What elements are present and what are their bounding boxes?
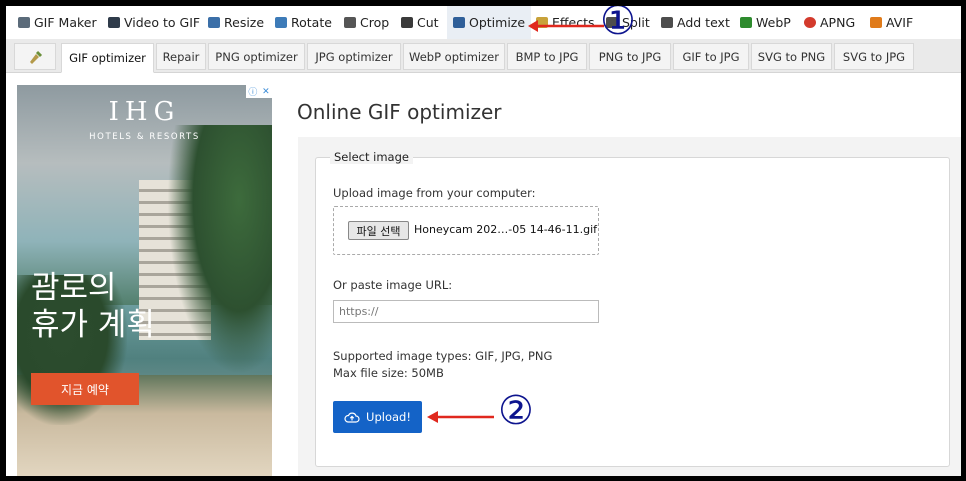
choose-file-button[interactable]: 파일 선택 xyxy=(348,221,409,240)
cut-icon xyxy=(401,17,413,28)
nav-avif[interactable]: AVIF xyxy=(870,6,913,39)
nav-optimize[interactable]: Optimize xyxy=(447,6,532,39)
nav-apng[interactable]: APNG xyxy=(804,6,855,39)
home-broom-button[interactable] xyxy=(14,43,56,70)
nav-label: Resize xyxy=(224,15,265,30)
optimizer-panel: Select image Upload image from your comp… xyxy=(298,137,961,476)
tab-webp-optimizer[interactable]: WebP optimizer xyxy=(403,43,505,70)
nav-label: Optimize xyxy=(469,15,526,30)
add-text-icon xyxy=(661,17,673,28)
nav-label: Cut xyxy=(417,15,439,30)
upload-label: Upload image from your computer: xyxy=(333,186,536,200)
image-url-input[interactable]: https:// xyxy=(333,300,599,323)
webp-icon xyxy=(740,17,752,28)
nav-crop[interactable]: Crop xyxy=(344,6,389,39)
tab-svg-to-jpg[interactable]: SVG to JPG xyxy=(834,43,914,70)
nav-resize[interactable]: Resize xyxy=(208,6,264,39)
fieldset-legend: Select image xyxy=(330,150,413,164)
nav-rotate[interactable]: Rotate xyxy=(275,6,332,39)
nav-label: Video to GIF xyxy=(124,15,201,30)
tab-png-to-jpg[interactable]: PNG to JPG xyxy=(589,43,671,70)
upload-button-label: Upload! xyxy=(366,410,411,424)
annotation-marker-1: ① xyxy=(600,6,636,44)
crop-icon xyxy=(344,17,356,28)
cloud-upload-icon xyxy=(344,412,360,423)
nav-label: Crop xyxy=(360,15,390,30)
tab-repair[interactable]: Repair xyxy=(156,43,206,70)
tab-bmp-to-jpg[interactable]: BMP to JPG xyxy=(507,43,587,70)
nav-label: GIF Maker xyxy=(34,15,97,30)
file-drop-zone[interactable]: 파일 선택 Honeycam 202…-05 14-46-11.gif xyxy=(333,206,599,255)
avif-icon xyxy=(870,17,882,28)
annotation-arrow-2 xyxy=(427,411,494,423)
ad-brand-logo: IHG xyxy=(108,97,181,127)
ad-close-icon[interactable]: ✕ xyxy=(262,87,270,97)
optimize-icon xyxy=(453,17,465,28)
sub-toolbar: GIF optimizer Repair PNG optimizer JPG o… xyxy=(6,39,961,73)
upload-button[interactable]: Upload! xyxy=(333,401,422,433)
broom-icon xyxy=(30,50,43,64)
annotation-arrow-1 xyxy=(528,20,604,32)
nav-cut[interactable]: Cut xyxy=(401,6,439,39)
max-size-text: Max file size: 50MB xyxy=(333,366,444,380)
nav-gif-maker[interactable]: GIF Maker xyxy=(18,6,97,39)
nav-label: Add text xyxy=(677,15,730,30)
nav-label: AVIF xyxy=(886,15,914,30)
nav-webp[interactable]: WebP xyxy=(740,6,791,39)
nav-label: APNG xyxy=(820,15,856,30)
tab-gif-to-jpg[interactable]: GIF to JPG xyxy=(673,43,749,70)
ad-cta-button[interactable]: 지금 예약 xyxy=(31,373,139,405)
select-image-fieldset: Select image Upload image from your comp… xyxy=(315,150,950,467)
annotation-marker-2: ② xyxy=(498,388,534,434)
tab-jpg-optimizer[interactable]: JPG optimizer xyxy=(307,43,401,70)
advertisement-banner[interactable]: IHG HOTELS & RESORTS 괌로의 휴가 계획 지금 예약 ⓘ ✕ xyxy=(17,85,272,476)
tab-gif-optimizer[interactable]: GIF optimizer xyxy=(61,43,154,73)
ad-headline: 괌로의 휴가 계획 xyxy=(31,270,155,343)
ad-brand-subtitle: HOTELS & RESORTS xyxy=(89,132,200,142)
nav-label: Rotate xyxy=(291,15,332,30)
tab-png-optimizer[interactable]: PNG optimizer xyxy=(208,43,305,70)
rotate-icon xyxy=(275,17,287,28)
ad-info-icon[interactable]: ⓘ xyxy=(248,85,257,98)
top-toolbar: GIF Maker Video to GIF Resize Rotate Cro… xyxy=(6,6,961,39)
tab-svg-to-png[interactable]: SVG to PNG xyxy=(751,43,832,70)
ad-choices[interactable]: ⓘ ✕ xyxy=(246,85,272,98)
nav-label: WebP xyxy=(756,15,791,30)
selected-file-name: Honeycam 202…-05 14-46-11.gif xyxy=(414,223,598,236)
url-label: Or paste image URL: xyxy=(333,278,453,292)
resize-icon xyxy=(208,17,220,28)
ad-palm-tree xyxy=(167,125,272,375)
browser-viewport: GIF Maker Video to GIF Resize Rotate Cro… xyxy=(6,6,961,476)
supported-types-text: Supported image types: GIF, JPG, PNG xyxy=(333,349,553,363)
film-icon xyxy=(108,17,120,28)
apng-icon xyxy=(804,17,816,28)
page-title: Online GIF optimizer xyxy=(297,100,502,124)
gif-maker-icon xyxy=(18,17,30,28)
nav-add-text[interactable]: Add text xyxy=(661,6,730,39)
nav-video-to-gif[interactable]: Video to GIF xyxy=(108,6,200,39)
